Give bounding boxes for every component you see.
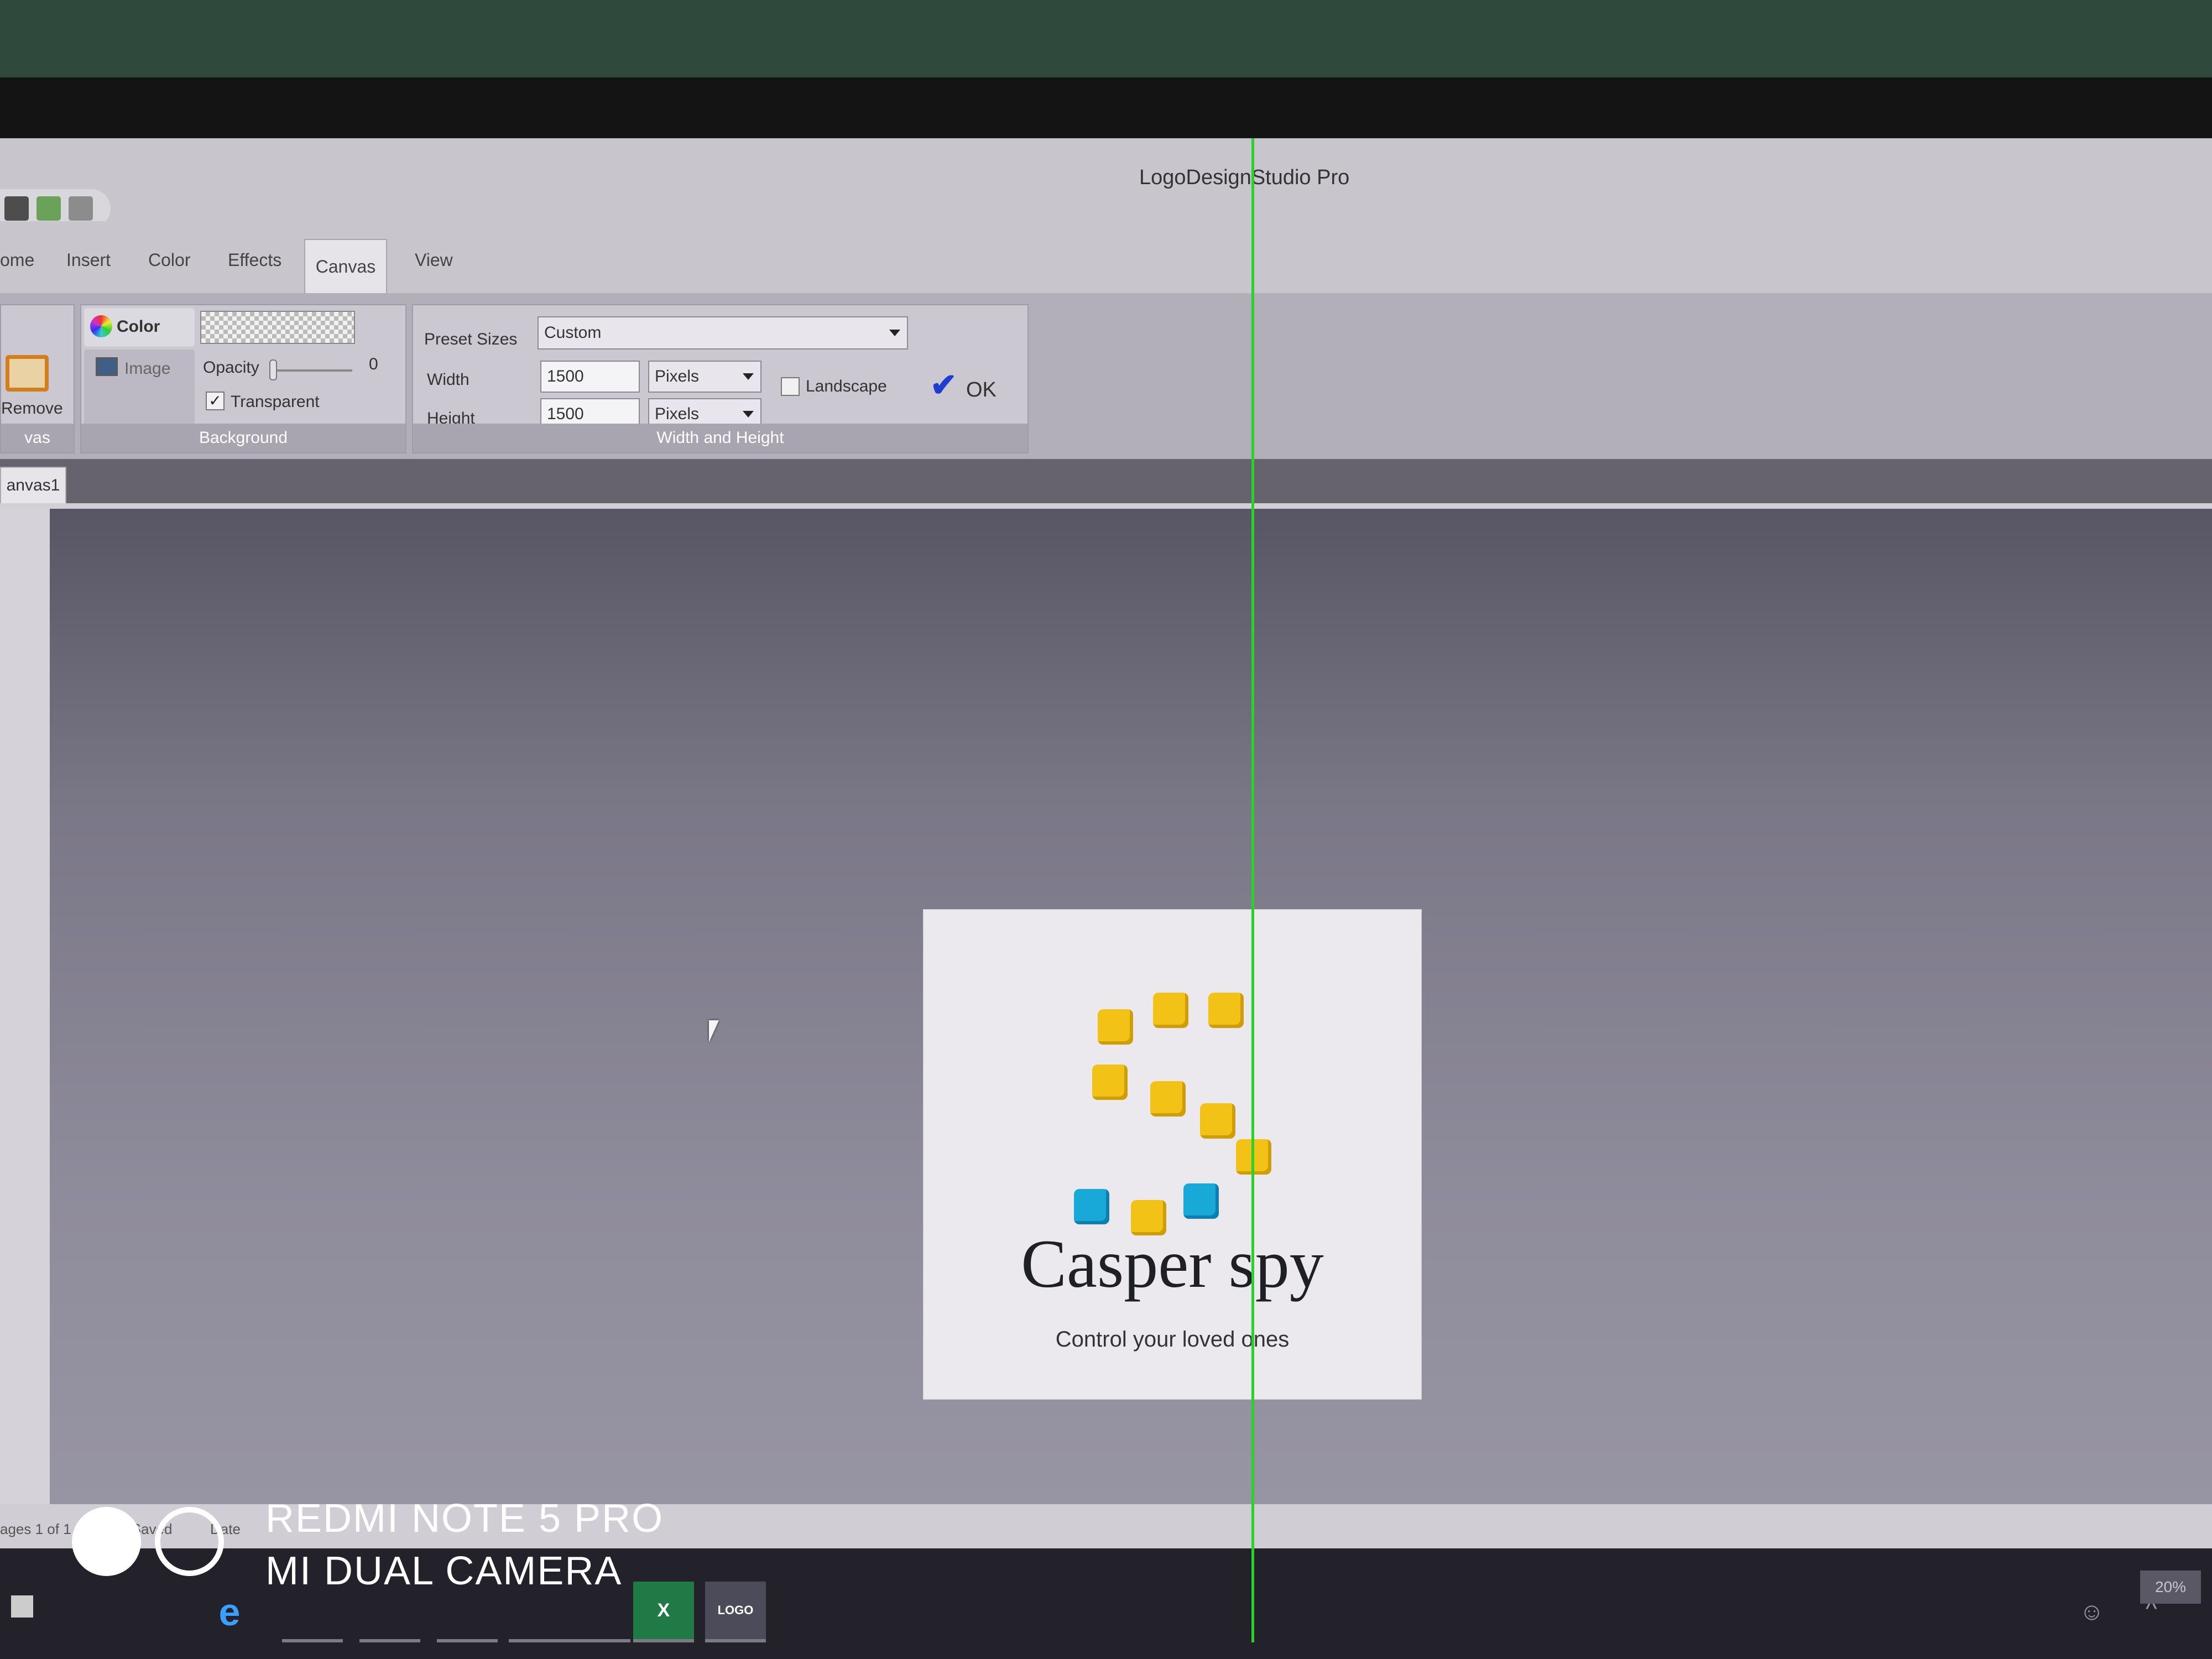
landscape-label: Landscape [806, 377, 887, 395]
width-height-group: Preset Sizes Custom Width 1500 Pixels He… [412, 304, 1029, 453]
watermark-ring-icon [155, 1507, 224, 1576]
windows-icon[interactable] [11, 1595, 33, 1618]
remove-button[interactable]: Remove [1, 399, 63, 418]
undo-icon[interactable] [36, 196, 61, 221]
edge-icon[interactable]: e [199, 1582, 260, 1642]
preset-sizes-dropdown[interactable]: Custom [538, 316, 908, 349]
logo-name: Casper spy [1021, 1226, 1324, 1302]
transparent-label: Transparent [231, 393, 320, 411]
chevron-down-icon [743, 411, 754, 418]
color-wheel-icon [90, 315, 112, 337]
watermark-line1: REDMI NOTE 5 PRO [265, 1496, 664, 1541]
mouse-cursor-icon [709, 1020, 719, 1042]
tab-view[interactable]: View [415, 250, 453, 270]
tab-color[interactable]: Color [148, 250, 190, 270]
image-label: Image [124, 359, 171, 378]
canvas-group-label: vas [1, 424, 74, 452]
logo-square-icon [1208, 993, 1244, 1028]
width-unit-value: Pixels [655, 367, 700, 385]
logo-square-icon [1098, 1009, 1133, 1045]
print-icon[interactable] [69, 196, 93, 221]
page-count: ages 1 of 1 [0, 1521, 71, 1537]
transparent-checkbox[interactable]: ✓ [206, 392, 225, 410]
app-title: LogoDesignStudio Pro [1139, 166, 1350, 189]
width-unit-dropdown[interactable]: Pixels [648, 361, 761, 393]
tab-effects[interactable]: Effects [228, 250, 281, 270]
chevron-down-icon [889, 330, 900, 336]
tab-home[interactable]: ome [0, 250, 34, 270]
background-group-label: Background [81, 424, 405, 452]
preset-sizes-label: Preset Sizes [424, 330, 518, 348]
vertical-guide-line [1251, 138, 1254, 1642]
save-icon[interactable] [4, 196, 29, 221]
watermark-dot-icon [72, 1507, 141, 1576]
logo-tagline: Control your loved ones [1055, 1327, 1290, 1352]
opacity-value: 0 [369, 355, 378, 373]
opacity-slider[interactable] [269, 369, 352, 372]
image-icon [96, 357, 118, 376]
checkmark-icon[interactable]: ✔ [930, 366, 957, 404]
tab-insert[interactable]: Insert [66, 250, 111, 270]
chevron-down-icon [743, 373, 754, 380]
logo-square-icon [1074, 1189, 1109, 1224]
canvas-workspace[interactable]: Casper spy Control your loved ones [0, 509, 2212, 1504]
zoom-indicator: 20% [2140, 1571, 2201, 1604]
logo-app-icon[interactable]: LOGO [705, 1582, 766, 1642]
document-separator [0, 503, 2212, 509]
remove-canvas-icon[interactable] [6, 355, 49, 392]
height-unit-value: Pixels [655, 405, 700, 423]
tab-canvas[interactable]: Canvas [304, 239, 387, 293]
workspace-left-edge [0, 509, 50, 1504]
logo-square-icon [1153, 993, 1188, 1028]
width-label: Width [427, 371, 469, 389]
monitor-bezel [0, 77, 2212, 138]
document-tabs: anvas1 [0, 459, 2212, 503]
background-group: Color Image Opacity 0 ✓ Transparent Back… [80, 304, 406, 453]
color-swatch-dropdown[interactable] [200, 311, 355, 344]
preset-sizes-value: Custom [544, 324, 602, 342]
canvas-group: Remove vas [0, 304, 75, 453]
ribbon-tabs: ome Insert Color Effects Canvas View [0, 221, 2212, 293]
excel-icon[interactable]: X [633, 1582, 694, 1642]
watermark-line2: MI DUAL CAMERA [265, 1549, 623, 1593]
logo-artboard[interactable]: Casper spy Control your loved ones [924, 910, 1421, 1399]
document-tab[interactable]: anvas1 [0, 467, 66, 503]
logo-square-icon [1150, 1081, 1186, 1117]
color-label: Color [117, 317, 160, 336]
width-input[interactable]: 1500 [540, 361, 640, 393]
logo-square-icon [1183, 1183, 1219, 1219]
ok-button[interactable]: OK [966, 378, 997, 402]
background-wall [0, 0, 2212, 77]
width-height-group-label: Width and Height [413, 424, 1027, 452]
ribbon: Remove vas Color Image Opacity 0 ✓ Trans… [0, 293, 2212, 459]
opacity-slider-thumb[interactable] [269, 359, 277, 380]
logo-square-icon [1092, 1065, 1128, 1100]
landscape-checkbox[interactable] [781, 377, 800, 396]
logo-square-icon [1200, 1103, 1235, 1139]
opacity-label: Opacity [203, 358, 259, 377]
title-bar: LogoDesignStudio Pro [0, 138, 2212, 228]
screen: LogoDesignStudio Pro ome Insert Color Ef… [0, 138, 2212, 1659]
people-icon[interactable]: ☺ [2079, 1598, 2104, 1626]
